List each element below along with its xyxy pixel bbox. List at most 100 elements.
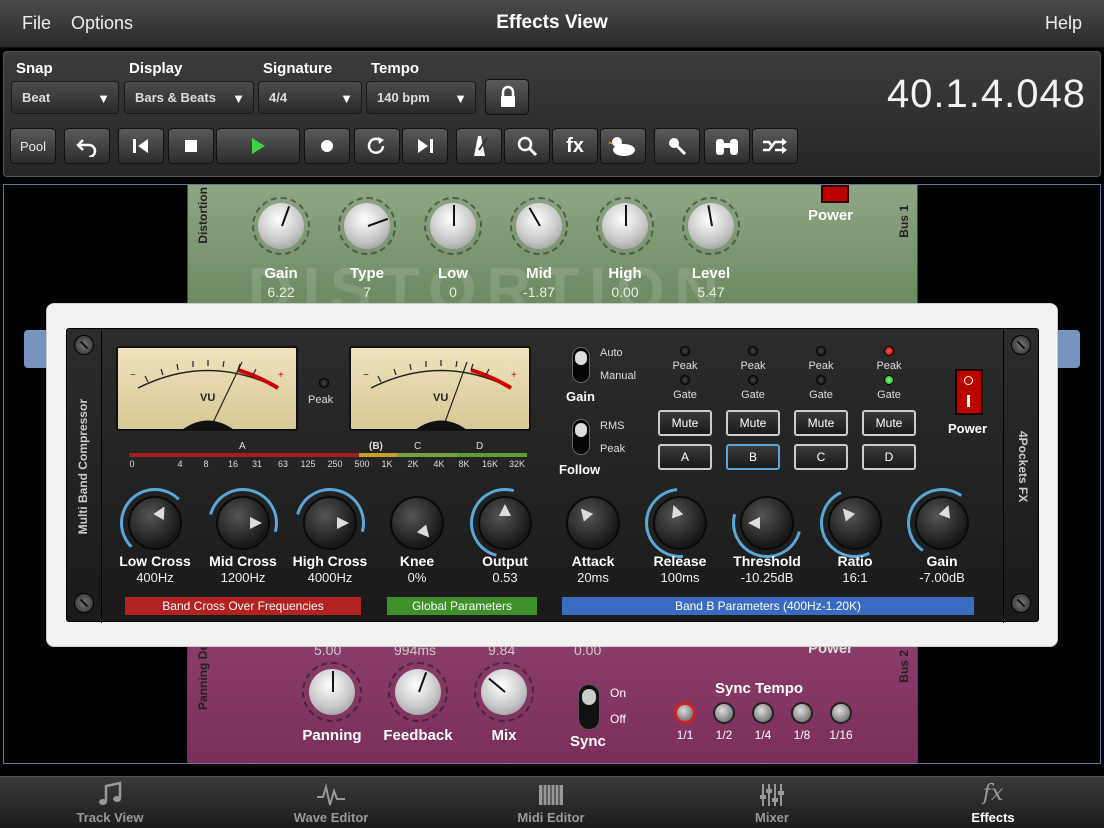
duck-button[interactable] xyxy=(600,128,646,164)
compressor-knob-attack[interactable] xyxy=(566,496,620,550)
compressor-knob-output[interactable] xyxy=(478,496,532,550)
fx-button[interactable]: fx xyxy=(552,128,598,164)
mute-button-band-d[interactable]: Mute xyxy=(862,410,916,436)
peak-led xyxy=(816,346,826,356)
pool-button[interactable]: Pool xyxy=(10,128,56,164)
band-letter: A xyxy=(239,441,246,452)
follow-peak-label: Peak xyxy=(600,443,626,455)
vu-meter-left: − + VU xyxy=(116,346,298,431)
distortion-knob-value: 5.47 xyxy=(697,284,725,300)
undo-button[interactable] xyxy=(64,128,110,164)
sync-tempo-option-label: 1/16 xyxy=(829,728,853,742)
compressor-knob-threshold[interactable] xyxy=(740,496,794,550)
band-select-button-c[interactable]: C xyxy=(794,444,848,470)
panning-knob-panning[interactable] xyxy=(309,669,355,715)
compressor-knob-release[interactable] xyxy=(653,496,707,550)
sync-tempo-option[interactable] xyxy=(830,702,852,724)
dropdown-arrow-icon: ▼ xyxy=(454,91,467,106)
sync-tempo-option[interactable] xyxy=(791,702,813,724)
play-button[interactable] xyxy=(216,128,300,164)
fx-label: fx xyxy=(566,134,584,157)
distortion-power-label: Power xyxy=(808,207,854,224)
compressor-knob-gain[interactable] xyxy=(915,496,969,550)
distortion-knob-level[interactable] xyxy=(688,203,734,249)
panning-knob-feedback[interactable] xyxy=(395,669,441,715)
distortion-knob-type[interactable] xyxy=(344,203,390,249)
distortion-knob-high[interactable] xyxy=(602,203,648,249)
tab-mixer[interactable]: Mixer xyxy=(692,777,852,828)
record-button[interactable] xyxy=(304,128,350,164)
compressor-name: Multi Band Compressor xyxy=(76,399,90,535)
menu-help[interactable]: Help xyxy=(1045,13,1082,34)
distortion-effect: DISTORTION Distortion Bus 1 Power Gain 6.… xyxy=(187,185,918,325)
distortion-knob-mid[interactable] xyxy=(516,203,562,249)
band-c-bar xyxy=(397,453,457,457)
freq-tick-label: 4 xyxy=(177,459,183,469)
band-select-button-d[interactable]: D xyxy=(862,444,916,470)
forward-button[interactable] xyxy=(402,128,448,164)
band-b-bar xyxy=(359,453,397,457)
distortion-knob-label: Level xyxy=(691,265,731,282)
sync-tempo-option[interactable] xyxy=(674,702,696,724)
distortion-knob-low[interactable] xyxy=(430,203,476,249)
sync-tempo-label: Sync Tempo xyxy=(715,680,804,697)
sync-tempo-option-label: 1/2 xyxy=(715,728,733,742)
gain-mode-toggle[interactable] xyxy=(572,347,590,383)
distortion-power-switch[interactable] xyxy=(821,185,849,203)
mute-button-band-b[interactable]: Mute xyxy=(726,410,780,436)
svg-text:−: − xyxy=(130,370,136,381)
compressor-knob-knee[interactable] xyxy=(390,496,444,550)
band-letter: D xyxy=(476,441,484,452)
dropdown-arrow-icon: ▼ xyxy=(97,91,110,106)
tab-track-view[interactable]: Track View xyxy=(30,777,190,828)
tab-effects[interactable]: fx Effects xyxy=(913,777,1073,828)
tab-wave-editor[interactable]: Wave Editor xyxy=(251,777,411,828)
signature-dropdown[interactable]: 4/4 ▼ xyxy=(258,81,362,114)
peak-led-label: Peak xyxy=(672,360,698,372)
rewind-button[interactable] xyxy=(118,128,164,164)
zoom-button[interactable] xyxy=(504,128,550,164)
mute-button-band-c[interactable]: Mute xyxy=(794,410,848,436)
freq-tick-label: 8K xyxy=(458,459,470,469)
lock-button[interactable] xyxy=(485,79,529,115)
band-select-button-b[interactable]: B xyxy=(726,444,780,470)
metronome-icon xyxy=(474,136,488,156)
sync-tempo-option-label: 1/8 xyxy=(793,728,811,742)
compressor-knob-high-cross[interactable] xyxy=(303,496,357,550)
band-select-button-a[interactable]: A xyxy=(658,444,712,470)
compressor-power-switch[interactable] xyxy=(955,369,983,415)
vu-meter-right: − + VU xyxy=(349,346,531,431)
follow-mode-toggle[interactable] xyxy=(572,419,590,455)
tempo-dropdown[interactable]: 140 bpm ▼ xyxy=(366,81,476,114)
distortion-knob-gain[interactable] xyxy=(258,203,304,249)
band-letter: (B) xyxy=(369,441,383,452)
stop-button[interactable] xyxy=(168,128,214,164)
metronome-button[interactable] xyxy=(456,128,502,164)
menu-options[interactable]: Options xyxy=(71,13,133,34)
compressor-knob-low-cross[interactable] xyxy=(128,496,182,550)
display-dropdown[interactable]: Bars & Beats ▼ xyxy=(124,81,254,114)
pool-label: Pool xyxy=(19,138,47,154)
sync-label: Sync xyxy=(570,733,606,750)
sync-tempo-option-label: 1/4 xyxy=(754,728,772,742)
sync-tempo-option[interactable] xyxy=(713,702,735,724)
route-button[interactable] xyxy=(752,128,798,164)
binoculars-button[interactable] xyxy=(704,128,750,164)
compressor-knob-ratio[interactable] xyxy=(828,496,882,550)
compressor-popup: Multi Band Compressor 4Pockets FX − + VU xyxy=(46,303,1058,647)
compressor-knob-mid-cross[interactable] xyxy=(216,496,270,550)
peak-led xyxy=(680,346,690,356)
tab-midi-editor[interactable]: Midi Editor xyxy=(471,777,631,828)
snap-dropdown[interactable]: Beat ▼ xyxy=(11,81,119,114)
wand-button[interactable] xyxy=(654,128,700,164)
menu-file[interactable]: File xyxy=(22,13,51,34)
screw-icon xyxy=(1011,593,1031,613)
panning-knob-mix[interactable] xyxy=(481,669,527,715)
sync-toggle[interactable] xyxy=(578,684,600,730)
peak-label: Peak xyxy=(308,394,334,406)
tempo-value: 140 bpm xyxy=(377,90,430,105)
sync-tempo-option[interactable] xyxy=(752,702,774,724)
mute-button-band-a[interactable]: Mute xyxy=(658,410,712,436)
follow-rms-label: RMS xyxy=(600,420,625,432)
loop-button[interactable] xyxy=(354,128,400,164)
